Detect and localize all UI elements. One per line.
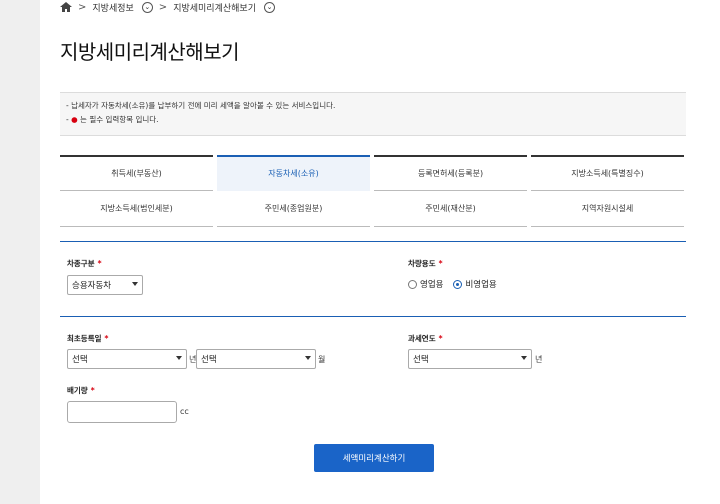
breadcrumb-separator-icon: > [78,1,87,13]
displacement-label-text: 배기량 [67,386,88,395]
usage-option-commercial-label: 영업용 [420,280,444,290]
notice-box: - 납세자가 자동차세(소유)를 납부하기 전에 미리 세액을 알아볼 수 있는… [60,92,686,136]
required-mark: * [97,259,102,268]
tab-local-income-tax-special[interactable]: 지방소득세(특별징수) [531,155,684,191]
tax-year-label-text: 과세연도 [408,334,436,343]
first-registration-label-text: 최초등록일 [67,334,102,343]
usage-label: 차량용도 * [408,258,443,269]
first-registration-year-select[interactable]: 선택 [67,349,187,369]
displacement-label: 배기량 * [67,385,95,396]
radio-unchecked-icon[interactable] [408,279,417,289]
form-divider [60,316,686,317]
breadcrumb-separator-icon: > [158,1,168,13]
car-type-label-text: 차종구분 [67,259,95,268]
caret-down-icon [176,356,182,360]
tax-type-tabs: 취득세(부동산) 자동차세(소유) 등록면허세(등록분) 지방소득세(특별징수)… [60,155,684,227]
usage-option-noncommercial-label: 비영업용 [465,280,497,290]
breadcrumb: > 지방세정보 ⌄ > 지방세미리계산해보기 ⌄ [60,0,275,14]
tab-row-top: 취득세(부동산) 자동차세(소유) 등록면허세(등록분) 지방소득세(특별징수) [60,155,684,191]
required-dot-icon: ● [71,115,78,124]
caret-down-icon [305,356,311,360]
tax-year-value: 선택 [413,355,429,365]
notice-required-text: 는 필수 입력항목 입니다. [80,115,159,124]
tab-resident-tax-employee[interactable]: 주민세(종업원분) [217,191,370,227]
tax-year-label: 과세연도 * [408,333,443,344]
car-type-label: 차종구분 * [67,258,102,269]
caret-down-icon [132,282,138,286]
car-type-select[interactable]: 승용자동차 [67,275,143,295]
tab-row-bottom: 지방소득세(법인세분) 주민세(종업원분) 주민세(재산분) 지역자원시설세 [60,191,684,227]
required-mark: * [104,334,109,343]
usage-radio-group: 영업용 비영업용 [408,278,497,290]
month-unit: 월 [318,355,326,364]
home-icon[interactable] [60,2,72,12]
page-container: > 지방세정보 ⌄ > 지방세미리계산해보기 ⌄ 지방세미리계산해보기 - 납세… [40,0,720,504]
tab-vehicle-tax[interactable]: 자동차세(소유) [217,155,370,191]
first-registration-label: 최초등록일 * [67,333,108,344]
tax-year-unit: 년 [535,355,543,364]
required-mark: * [438,334,443,343]
tab-acquisition-tax[interactable]: 취득세(부동산) [60,155,213,191]
tab-resident-tax-property[interactable]: 주민세(재산분) [374,191,527,227]
calculate-tax-button[interactable]: 세액미리계산하기 [314,444,434,472]
chevron-down-icon[interactable]: ⌄ [264,1,275,13]
radio-checked-icon[interactable] [453,279,463,289]
usage-radio-noncommercial[interactable]: 비영업용 [453,278,497,290]
chevron-down-icon[interactable]: ⌄ [141,1,153,13]
required-mark: * [438,259,443,268]
tax-year-select[interactable]: 선택 [408,349,532,369]
caret-down-icon [521,356,527,360]
breadcrumb-item-tax-calculator[interactable]: 지방세미리계산해보기 [173,1,256,14]
usage-radio-commercial[interactable]: 영업용 [408,278,443,290]
tab-registration-license-tax[interactable]: 등록면허세(등록분) [374,155,527,191]
first-registration-month-select[interactable]: 선택 [196,349,316,369]
displacement-input[interactable] [67,401,177,423]
notice-line-required: - ● 는 필수 입력항목 입니다. [66,113,680,127]
notice-line-service: - 납세자가 자동차세(소유)를 납부하기 전에 미리 세액을 알아볼 수 있는… [66,101,336,110]
usage-label-text: 차량용도 [408,259,436,268]
page-title: 지방세미리계산해보기 [60,40,240,64]
tab-local-income-tax-corporate[interactable]: 지방소득세(법인세분) [60,191,213,227]
first-registration-year-value: 선택 [72,355,88,365]
car-type-select-value: 승용자동차 [72,281,112,291]
first-registration-month-value: 선택 [201,355,217,365]
form-divider [60,241,686,242]
displacement-unit: cc [180,407,189,416]
breadcrumb-item-local-tax-info[interactable]: 지방세정보 [92,1,133,14]
required-mark: * [90,386,95,395]
tab-regional-resource-tax[interactable]: 지역자원시설세 [531,191,684,227]
